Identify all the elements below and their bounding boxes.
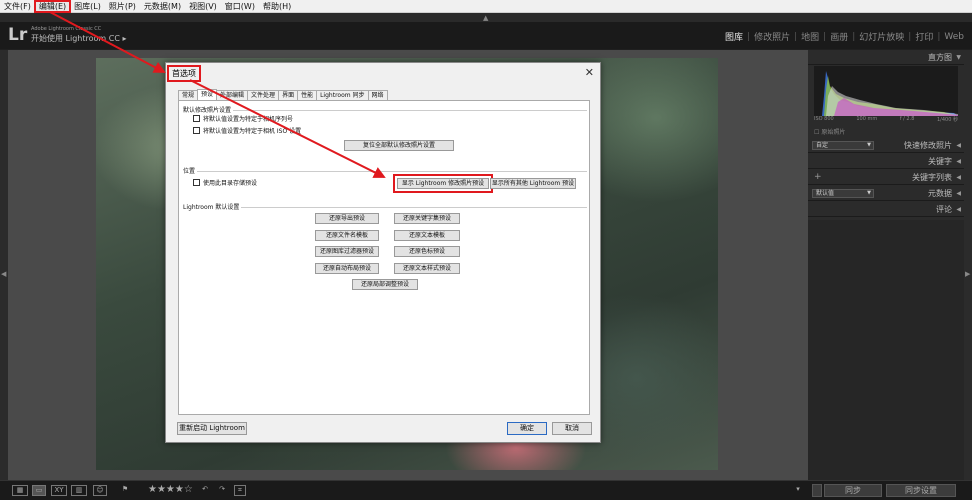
dialog-title: 首选项 [167, 65, 201, 82]
cancel-button[interactable]: 取消 [552, 422, 592, 435]
panel-triangle-icon[interactable]: ▼ [956, 50, 961, 65]
restore-keyword-set-presets-button[interactable]: 还原关键字集预设 [394, 213, 460, 224]
histogram-exif: ISO 800 100 mm f / 2.8 1/400 秒 [814, 116, 958, 123]
sync-toggle[interactable] [812, 484, 822, 497]
presets-panel: 默认修改照片设置 将默认值设置为特定于相机序列号 将默认值设置为特定于相机 IS… [178, 100, 590, 415]
checkbox-icon[interactable] [193, 115, 200, 122]
iso-value: ISO 800 [814, 116, 834, 122]
reset-all-defaults-button[interactable]: 复位全部默认修改照片设置 [344, 140, 454, 151]
menu-file[interactable]: 文件(F) [0, 1, 35, 12]
rotate-left-icon[interactable]: ↶ [199, 485, 211, 496]
crop-icon[interactable]: ⌗ [234, 485, 246, 496]
expand-right-icon[interactable]: ▶ [965, 270, 970, 278]
panel-triangle-icon[interactable]: ◀ [956, 138, 961, 153]
panel-triangle-icon[interactable]: ◀ [956, 186, 961, 201]
metadata-preset-dropdown[interactable]: 默认值 ▼ [812, 189, 874, 198]
restore-text-templates-button[interactable]: 还原文本模板 [394, 230, 460, 241]
toolbar: ▦ ▭ XY ▥ ☺ ⚑ ★★★★☆ ↶ ↷ ⌗ ▾ 同步 同步设置 [0, 480, 972, 500]
menu-metadata[interactable]: 元数据(M) [140, 1, 185, 12]
menu-bar: 文件(F) 编辑(E) 图库(L) 照片(P) 元数据(M) 视图(V) 窗口(… [0, 0, 972, 13]
product-name: Adobe Lightroom Classic CC [31, 26, 102, 32]
camera-serial-checkbox[interactable]: 将默认值设置为特定于相机序列号 [193, 114, 293, 123]
menu-view[interactable]: 视图(V) [185, 1, 221, 12]
rotate-right-icon[interactable]: ↷ [216, 485, 228, 496]
menu-help[interactable]: 帮助(H) [259, 1, 295, 12]
location-group [183, 171, 587, 172]
people-view-icon[interactable]: ☺ [93, 485, 107, 496]
restore-export-presets-button[interactable]: 还原导出预设 [315, 213, 379, 224]
right-panel-toggle[interactable]: ▶ [964, 50, 972, 480]
panel-triangle-icon[interactable]: ◀ [956, 202, 961, 217]
flag-icon[interactable]: ⚑ [121, 485, 129, 496]
lightroom-defaults-group [183, 207, 587, 208]
menu-photo[interactable]: 照片(P) [105, 1, 140, 12]
module-slideshow[interactable]: 幻灯片放映 [855, 30, 908, 43]
keyword-list-header[interactable]: + 关键字列表 ◀ [808, 170, 964, 185]
restore-auto-layout-presets-button[interactable]: 还原自动布局预设 [315, 263, 379, 274]
grid-view-icon[interactable]: ▦ [12, 485, 28, 496]
survey-view-icon[interactable]: ▥ [71, 485, 87, 496]
restore-local-adjustment-presets-button[interactable]: 还原局部调整预设 [352, 279, 418, 290]
menu-library[interactable]: 图库(L) [70, 1, 105, 12]
sync-button[interactable]: 同步 [824, 484, 882, 497]
group-label-default-develop: 默认修改照片设置 [183, 105, 234, 114]
sync-settings-button[interactable]: 同步设置 [886, 484, 956, 497]
module-book[interactable]: 画册 [826, 30, 852, 43]
original-photo-toggle[interactable]: ☐ 原始照片 [814, 127, 845, 136]
show-all-other-presets-button[interactable]: 显示所有其他 Lightroom 预设 [490, 178, 576, 189]
histogram [814, 66, 958, 116]
compare-view-icon[interactable]: XY [51, 485, 67, 496]
comments-header[interactable]: 评论 ◀ [808, 202, 964, 217]
module-print[interactable]: 打印 [911, 30, 937, 43]
identity-plate: Lr Adobe Lightroom Classic CC 开始使用 Light… [0, 22, 972, 49]
focal-length: 100 mm [856, 116, 878, 122]
module-web[interactable]: Web [940, 32, 968, 42]
dropdown-arrow-icon: ▼ [867, 190, 871, 196]
expand-left-icon[interactable]: ◀ [1, 270, 6, 278]
restore-color-label-presets-button[interactable]: 还原色标预设 [394, 246, 460, 257]
keywording-header[interactable]: 关键字 ◀ [808, 154, 964, 169]
restore-filename-templates-button[interactable]: 还原文件名模板 [315, 230, 379, 241]
camera-iso-checkbox[interactable]: 将默认值设置为特定于相机 ISO 设置 [193, 126, 301, 135]
show-lightroom-develop-presets-button[interactable]: 显示 Lightroom 修改照片预设 [393, 174, 493, 193]
store-with-catalog-checkbox[interactable]: 使用此目录存储预设 [193, 178, 257, 187]
restore-library-filter-presets-button[interactable]: 还原图库过滤器预设 [315, 246, 379, 257]
module-map[interactable]: 地图 [797, 30, 823, 43]
toolbar-menu-icon[interactable]: ▾ [793, 485, 803, 496]
group-label-location: 位置 [183, 166, 198, 175]
module-develop[interactable]: 修改照片 [750, 30, 794, 43]
restore-text-style-presets-button[interactable]: 还原文本样式预设 [394, 263, 460, 274]
app-window: 文件(F) 编辑(E) 图库(L) 照片(P) 元数据(M) 视图(V) 窗口(… [0, 0, 972, 500]
close-icon[interactable]: ✕ [585, 66, 594, 79]
module-picker: 图库 | 修改照片 | 地图 | 画册 | 幻灯片放映 | 打印 | Web [721, 30, 968, 44]
checkbox-icon[interactable] [193, 179, 200, 186]
histogram-header[interactable]: 直方图 ▼ [808, 50, 964, 65]
activity-arrow-icon: ▸ [122, 34, 127, 43]
activity-title[interactable]: 开始使用 Lightroom CC ▸ [31, 33, 126, 44]
star-rating[interactable]: ★★★★☆ [148, 484, 193, 495]
right-panel-empty [808, 220, 964, 480]
lightroom-logo: Lr [8, 25, 28, 45]
checkbox-icon[interactable] [193, 127, 200, 134]
menu-window[interactable]: 窗口(W) [221, 1, 259, 12]
module-library[interactable]: 图库 [721, 30, 747, 43]
top-panel-toggle[interactable]: ▲ [0, 13, 972, 22]
ok-button[interactable]: 确定 [507, 422, 547, 435]
menu-edit[interactable]: 编辑(E) [33, 0, 72, 13]
left-panel-toggle[interactable]: ◀ [0, 50, 8, 480]
shutter-speed: 1/400 秒 [937, 117, 958, 123]
saved-preset-dropdown[interactable]: 自定 ▼ [812, 141, 874, 150]
dropdown-arrow-icon: ▼ [867, 142, 871, 148]
collapse-up-icon[interactable]: ▲ [483, 14, 488, 22]
aperture-value: f / 2.8 [899, 116, 915, 122]
add-keyword-icon[interactable]: + [814, 170, 822, 185]
panel-triangle-icon[interactable]: ◀ [956, 170, 961, 185]
loupe-view-icon[interactable]: ▭ [32, 485, 46, 496]
restart-lightroom-button[interactable]: 重新启动 Lightroom [177, 422, 247, 435]
checkbox-icon[interactable]: ☐ [814, 129, 819, 136]
right-panel: 直方图 ▼ ISO 800 100 mm f / 2.8 1/400 秒 ☐ 原始… [808, 50, 964, 480]
panel-triangle-icon[interactable]: ◀ [956, 154, 961, 169]
preferences-dialog: 首选项 ✕ 常规 预设 外部编辑 文件处理 界面 性能 Lightroom 同步… [165, 62, 601, 443]
group-label-lightroom-defaults: Lightroom 默认设置 [183, 202, 242, 211]
